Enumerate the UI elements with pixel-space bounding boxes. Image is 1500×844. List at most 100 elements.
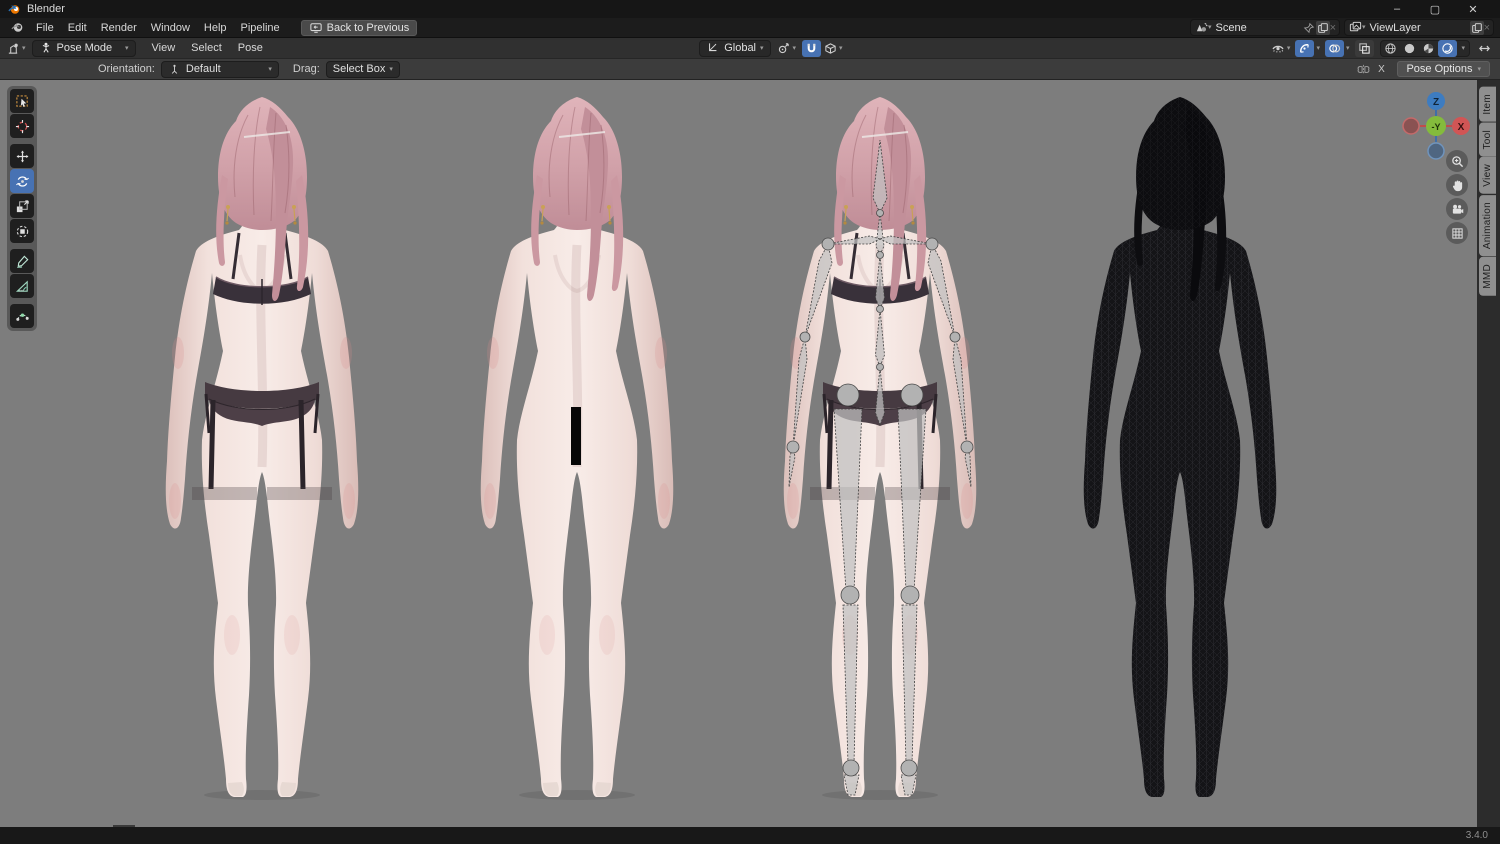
zoom-view-button[interactable]: [1446, 150, 1468, 172]
app-menu-button[interactable]: [6, 20, 29, 35]
orientation-default-chevron: ▾: [268, 65, 272, 73]
gizmo-x-label: X: [1458, 122, 1465, 133]
tool-pose-breakdowner[interactable]: [10, 304, 34, 328]
titlebar: Blender – ▢ ✕: [0, 0, 1500, 18]
pose-options-dropdown[interactable]: Pose Options ▾: [1397, 61, 1490, 77]
gizmo-negz-axis: [1427, 142, 1445, 160]
drag-dropdown[interactable]: Select Box ▾: [325, 60, 400, 78]
tool-cursor[interactable]: [10, 114, 34, 138]
orientation-axes-icon: [706, 41, 720, 55]
back-to-previous-button[interactable]: Back to Previous: [300, 19, 418, 36]
shading-chevron[interactable]: ▾: [1457, 45, 1469, 52]
orientation-chevron: ▾: [760, 44, 764, 52]
figure-textured-model[interactable]: [166, 97, 358, 800]
tab-view[interactable]: View: [1479, 157, 1496, 194]
status-bar: 3.4.0: [0, 827, 1500, 844]
menu-window[interactable]: Window: [144, 20, 197, 36]
scene-icon: [1194, 21, 1208, 35]
window-title: Blender: [27, 3, 65, 15]
new-viewlayer-icon[interactable]: [1469, 20, 1484, 35]
menu-view[interactable]: View: [144, 40, 184, 56]
tool-annotate[interactable]: [10, 249, 34, 273]
tab-animation[interactable]: Animation: [1479, 194, 1496, 257]
pose-options-label: Pose Options: [1406, 63, 1473, 75]
figure-wireframe-model[interactable]: [1083, 97, 1277, 797]
tool-transform[interactable]: [10, 219, 34, 243]
xray-toggle[interactable]: [1355, 39, 1375, 57]
menu-pose[interactable]: Pose: [230, 40, 271, 56]
mode-chevron: ▾: [125, 44, 129, 52]
shading-solid-button[interactable]: [1400, 40, 1419, 57]
mirror-x-toggle[interactable]: X: [1373, 61, 1390, 77]
gizmo-y-label: -Y: [1432, 122, 1441, 132]
tab-item[interactable]: Item: [1479, 87, 1496, 122]
tool-select-box[interactable]: [10, 89, 34, 113]
menu-render[interactable]: Render: [94, 20, 144, 36]
scene-unlink-button[interactable]: ×: [1330, 22, 1336, 34]
back-to-previous-label: Back to Previous: [326, 21, 410, 34]
mode-label: Pose Mode: [56, 42, 113, 54]
gizmo-chevron[interactable]: ▾: [1316, 45, 1320, 52]
shading-material-button[interactable]: [1419, 40, 1438, 57]
tool-scale[interactable]: [10, 194, 34, 218]
orientation-default-dropdown[interactable]: Default ▾: [160, 60, 279, 78]
tab-mmd[interactable]: MMD: [1479, 257, 1496, 296]
snap-toggle[interactable]: [802, 39, 822, 57]
pin-icon[interactable]: [1302, 21, 1316, 35]
menu-file[interactable]: File: [29, 20, 61, 36]
blender-logo-icon: [8, 3, 21, 16]
visibility-eye-icon: [1271, 41, 1285, 55]
pivot-chevron: ▾: [792, 44, 797, 52]
object-visibility-dropdown[interactable]: ▾: [1271, 41, 1290, 55]
close-button[interactable]: ✕: [1454, 0, 1492, 18]
gizmo-negx-axis: [1402, 117, 1420, 135]
snap-chevron: ▾: [839, 44, 843, 52]
tab-tool[interactable]: Tool: [1479, 122, 1496, 157]
menu-pipeline[interactable]: Pipeline: [234, 20, 287, 36]
minimize-button[interactable]: –: [1378, 0, 1416, 18]
menu-help[interactable]: Help: [197, 20, 234, 36]
figure-armature-model[interactable]: [784, 97, 976, 800]
pivot-point-dropdown[interactable]: ▾: [777, 41, 797, 55]
show-gizmo-toggle[interactable]: [1295, 39, 1315, 57]
menu-edit[interactable]: Edit: [61, 20, 94, 36]
pose-options-chevron: ▾: [1477, 65, 1481, 73]
tool-rotate[interactable]: [10, 169, 34, 193]
scene-name[interactable]: Scene: [1212, 22, 1302, 34]
snap-settings-dropdown[interactable]: ▾: [823, 41, 843, 55]
camera-view-button[interactable]: [1446, 198, 1468, 220]
figure-base-model[interactable]: [481, 97, 673, 800]
overlays-chevron[interactable]: ▾: [1346, 45, 1350, 52]
snap-increment-icon: [823, 41, 837, 55]
viewport-3d[interactable]: Z X -Y Item Tool View Animation MMD: [0, 80, 1500, 827]
orientation-label: Orientation:: [98, 63, 155, 75]
pan-view-button[interactable]: [1446, 174, 1468, 196]
mode-dropdown[interactable]: Pose Mode ▾: [31, 39, 136, 57]
maximize-button[interactable]: ▢: [1416, 0, 1454, 18]
viewlayer-name[interactable]: ViewLayer: [1366, 22, 1470, 34]
orientation-gizmo-icon: [168, 62, 182, 76]
viewlayer-icon: [1348, 21, 1362, 35]
show-overlays-toggle[interactable]: [1324, 39, 1344, 57]
editor-type-button[interactable]: ▾: [6, 41, 26, 55]
pose-mirror-icon[interactable]: [1353, 62, 1373, 76]
blender-menu-icon: [11, 21, 24, 34]
drag-value: Select Box: [332, 63, 386, 75]
header-expand-icon[interactable]: [1476, 41, 1494, 55]
transform-orientation-dropdown[interactable]: Global ▾: [699, 39, 771, 57]
region-resize-notch[interactable]: [113, 825, 135, 827]
blender-version: 3.4.0: [1465, 830, 1488, 841]
tool-measure[interactable]: [10, 274, 34, 298]
tool-move[interactable]: [10, 144, 34, 168]
drag-label: Drag:: [292, 63, 320, 75]
scene-selector[interactable]: ▾ Scene ×: [1190, 19, 1340, 36]
shading-wireframe-button[interactable]: [1381, 40, 1400, 57]
orthographic-grid-button[interactable]: [1446, 222, 1468, 244]
sidebar-tab-strip: Item Tool View Animation MMD: [1477, 80, 1500, 827]
shading-rendered-button[interactable]: [1438, 39, 1458, 57]
menu-select[interactable]: Select: [183, 40, 230, 56]
viewlayer-unlink-button[interactable]: ×: [1484, 22, 1490, 34]
new-scene-icon[interactable]: [1315, 20, 1330, 35]
editor-3d-viewport-icon: [6, 41, 20, 55]
viewlayer-selector[interactable]: ▾ ViewLayer ×: [1344, 19, 1494, 36]
